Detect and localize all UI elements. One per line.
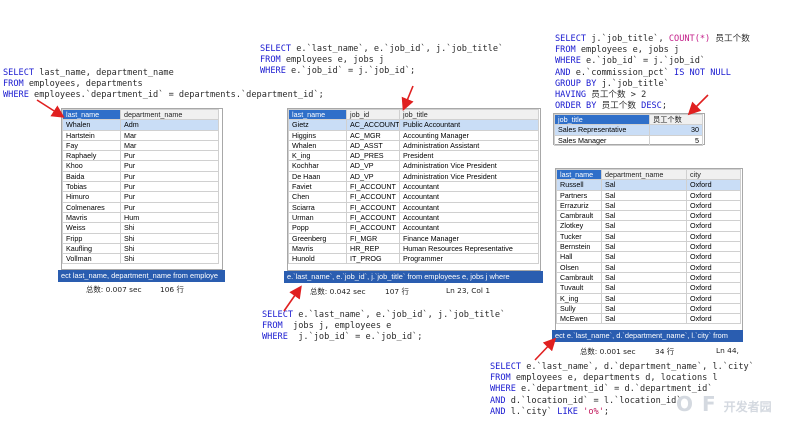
arrow-5: [534, 337, 557, 361]
arrow-annotations: [36, 85, 709, 361]
arrow-4: [687, 94, 709, 116]
watermark: O F 开发者园: [676, 392, 772, 416]
watermark-text: 开发者园: [723, 400, 772, 414]
arrow-3: [283, 285, 302, 312]
arrow-1: [36, 99, 65, 118]
arrow-2: [401, 85, 414, 111]
watermark-logo-icon: O F: [676, 392, 717, 416]
